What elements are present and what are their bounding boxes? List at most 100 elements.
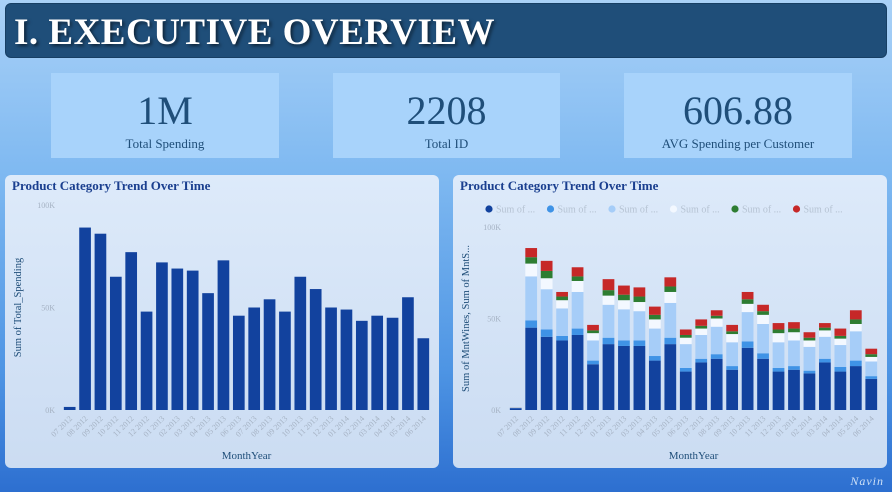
kpi-card-total-spending[interactable]: 1M Total Spending (51, 73, 279, 158)
bar (232, 315, 245, 410)
bar-segment (618, 340, 630, 346)
bar-segment (695, 362, 708, 410)
bar-segment (633, 345, 646, 410)
signature: Navin (850, 474, 884, 488)
y-tick-label: 50K (41, 304, 55, 313)
bar-segment (710, 315, 723, 319)
bar-segment (648, 360, 661, 410)
bar-segment (556, 308, 568, 336)
bar-segment (587, 333, 599, 341)
bar-segment (618, 309, 630, 341)
bar (79, 227, 91, 410)
bar (156, 262, 168, 410)
bar-segment (710, 358, 723, 410)
bar-segment (865, 356, 878, 362)
kpi-card-total-id[interactable]: 2208 Total ID (333, 73, 560, 158)
bar-segment (710, 318, 723, 327)
bar-segment (803, 340, 816, 347)
bar-segment (803, 373, 816, 410)
chart-panel-category-spending[interactable]: Product Category Trend Over Time 0K 50K 100… (453, 175, 887, 468)
bar-segment (819, 336, 831, 359)
bar-segment (525, 248, 538, 258)
bar-segment (772, 323, 785, 330)
legend-marker (669, 205, 678, 213)
bar-segment (540, 270, 553, 279)
bar-segment (618, 345, 630, 410)
bar-segment (679, 329, 692, 335)
page-title: I. EXECUTIVE OVERVIEW (14, 12, 496, 53)
bar-segment (571, 328, 584, 335)
kpi-value: 606.88 (683, 88, 793, 133)
bar-segment (834, 338, 847, 346)
bar-segment (741, 303, 754, 313)
y-tick-label: 0K (491, 406, 501, 415)
bar (340, 309, 353, 410)
bar-segment (571, 334, 584, 410)
bar-segment (834, 328, 847, 336)
legend-label: Sum of ... (619, 205, 658, 216)
legend-marker (608, 205, 616, 213)
bar-segment (803, 337, 816, 341)
bar-segment (757, 323, 769, 354)
bar-segment (679, 337, 692, 345)
bar-segment (540, 289, 553, 330)
bar-segment (525, 257, 538, 264)
bar-segment (757, 358, 769, 410)
bar (294, 276, 307, 410)
bar (371, 315, 384, 410)
legend-marker (792, 205, 801, 213)
kpi-label: AVG Spending per Customer (661, 136, 815, 151)
kpi-label: Total Spending (125, 136, 205, 151)
bar (309, 289, 322, 410)
bar-segment (695, 334, 708, 359)
bar-segment (865, 378, 878, 410)
bar-segment (618, 294, 630, 301)
bar-segment (788, 322, 800, 329)
category-spending-chart[interactable]: Product Category Trend Over Time 0K 50K 100… (453, 175, 887, 468)
bar-segment (556, 291, 568, 297)
bar-segment (618, 285, 630, 295)
bar-segment (571, 267, 584, 277)
bar (263, 299, 276, 410)
bar-segment (602, 344, 615, 410)
bar (94, 233, 107, 410)
y-tick-label: 50K (487, 315, 501, 324)
bar-segment (556, 335, 568, 341)
bar (386, 317, 399, 410)
bar-segment (849, 310, 862, 320)
bar-segment (726, 369, 739, 410)
bar-segment (664, 286, 677, 292)
bar-segment (834, 335, 847, 339)
kpi-value: 2208 (406, 88, 487, 133)
chart-title: Product Category Trend Over Time (460, 178, 659, 193)
legend-label: Sum of ... (681, 205, 720, 216)
bar-segment (741, 291, 754, 300)
bar-segment (540, 278, 553, 290)
bar-segment (849, 323, 862, 332)
bar-segment (679, 334, 692, 338)
bar-segment (803, 346, 816, 371)
bar-segment (633, 287, 646, 297)
total-spending-chart[interactable]: Product Category Trend Over Time 0K 50K 100… (5, 175, 439, 468)
bar-segment (757, 353, 769, 359)
bar-segment (788, 366, 800, 370)
kpi-label: Total ID (424, 136, 469, 151)
bar-segment (695, 319, 708, 326)
bar-segment (571, 276, 584, 281)
bar-segment (679, 367, 692, 372)
bar-segment (664, 344, 677, 410)
chart-panel-total-spending[interactable]: Product Category Trend Over Time 0K 50K 100… (5, 175, 439, 468)
bar-segment (772, 371, 785, 410)
bar (325, 307, 337, 410)
bar-segment (726, 342, 739, 367)
bar-segment (726, 324, 739, 332)
kpi-card-avg-spending[interactable]: 606.88 AVG Spending per Customer (624, 73, 852, 158)
bar-segment (788, 340, 800, 367)
bar (279, 311, 291, 410)
bar-segment (788, 332, 800, 341)
bar-segment (695, 325, 708, 329)
bar-segment (556, 300, 568, 309)
bar-segment (849, 331, 862, 361)
bar-segment (819, 330, 831, 337)
bar-segment (788, 328, 800, 333)
